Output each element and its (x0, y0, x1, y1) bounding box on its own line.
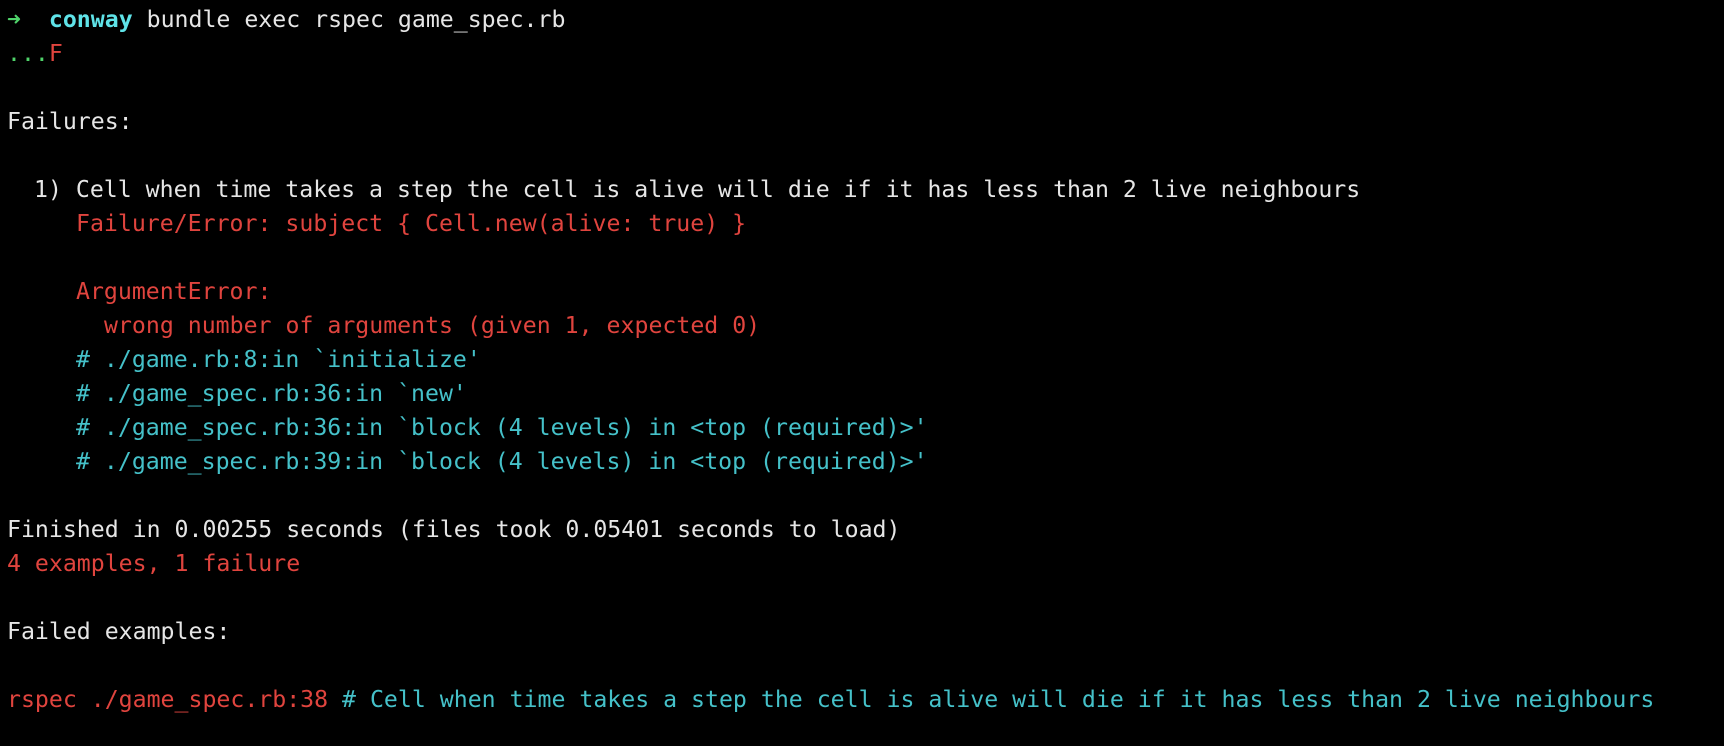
prompt-line: ➜ conway bundle exec rspec game_spec.rb (7, 3, 1717, 37)
failed-examples-header: Failed examples: (7, 618, 231, 645)
exception-message: wrong number of arguments (given 1, expe… (104, 312, 761, 339)
backtrace-line: # ./game_spec.rb:36:in `new' (76, 380, 467, 407)
backtrace-line: # ./game_spec.rb:36:in `block (4 levels)… (76, 414, 928, 441)
backtrace-line: # ./game_spec.rb:39:in `block (4 levels)… (76, 448, 928, 475)
failed-example-line: rspec ./game_spec.rb:38 # Cell when time… (7, 683, 1717, 717)
finished-timing: Finished in 0.00255 seconds (files took … (7, 516, 901, 543)
failure-error-line: Failure/Error: subject { Cell.new(alive:… (76, 210, 747, 237)
failures-header: Failures: (7, 108, 133, 135)
progress-line: ...F (7, 37, 1717, 71)
backtrace-line: # ./game.rb:8:in `initialize' (76, 346, 481, 373)
prompt-arrow-icon: ➜ (7, 6, 21, 33)
prompt-command: bundle exec rspec game_spec.rb (132, 6, 566, 33)
progress-passed: ... (7, 40, 49, 67)
failed-example-command: rspec ./game_spec.rb:38 (7, 686, 329, 713)
failed-example-comment: # Cell when time takes a step the cell i… (328, 686, 1655, 713)
progress-failed: F (48, 40, 63, 67)
terminal-output[interactable]: ➜ conway bundle exec rspec game_spec.rb … (7, 3, 1717, 717)
summary-line: 4 examples, 1 failure (7, 550, 301, 577)
exception-class: ArgumentError: (76, 278, 272, 305)
failure-title: 1) Cell when time takes a step the cell … (34, 176, 1361, 203)
prompt-directory: conway (48, 6, 133, 33)
